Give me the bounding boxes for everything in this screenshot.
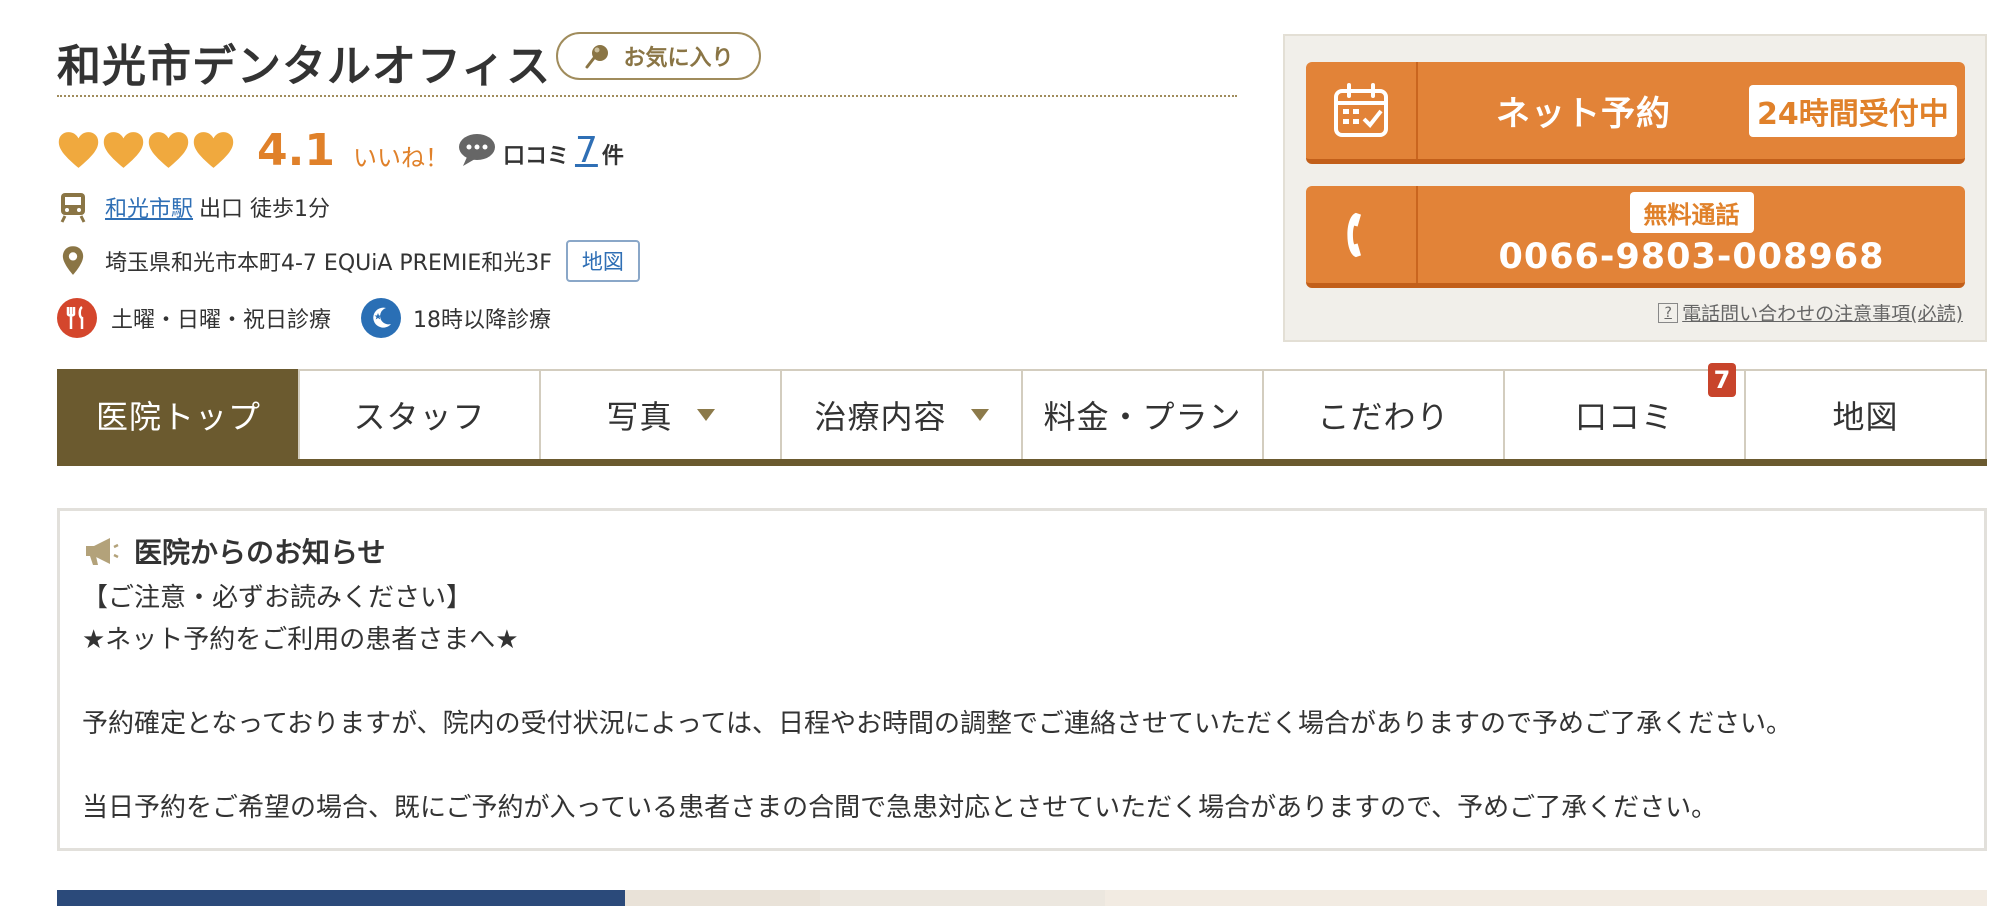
phone-call-button[interactable]: 無料通話 0066-9803-008968	[1306, 186, 1965, 288]
caret-down-icon	[696, 409, 715, 421]
question-icon: ?	[1658, 302, 1679, 323]
clinic-photo-strip	[57, 890, 1987, 906]
free-call-badge: 無料通話	[1629, 192, 1754, 233]
net-reservation-badge: 24時間受付中	[1749, 84, 1957, 137]
clinic-nav-tabs: 医院トップ スタッフ 写真 治療内容 料金・プラン こだわり 口コミ 7 地図	[57, 363, 1987, 466]
evening-clinic-icon	[361, 298, 402, 338]
address-row: 埼玉県和光市本町4-7 EQUiA PREMIE和光3F 地図	[57, 240, 640, 282]
iine-label: いいね！	[352, 143, 449, 172]
reservation-panel: ネット予約 24時間受付中 無料通話 0066-9803-008968 ? 電話…	[1283, 34, 1987, 342]
tab-label: こだわり	[1317, 398, 1450, 436]
notice-title-row: 医院からのお知らせ	[82, 531, 1962, 571]
map-button[interactable]: 地図	[565, 240, 640, 282]
clinic-notice: 医院からのお知らせ 【ご注意・必ずお読みください】 ★ネット予約をご利用の患者さ…	[57, 508, 1987, 851]
tab-label: 治療内容	[814, 398, 947, 436]
clinic-photo	[820, 890, 1105, 906]
address-text: 埼玉県和光市本町4-7 EQUiA PREMIE和光3F	[105, 251, 552, 276]
notice-spacer	[82, 745, 1962, 787]
notice-spacer	[82, 661, 1962, 703]
tab-label: 地図	[1832, 398, 1899, 436]
notice-title: 医院からのお知らせ	[134, 536, 386, 569]
station-link[interactable]: 和光市駅	[105, 191, 193, 223]
kuchikomi-unit: 件	[601, 144, 624, 169]
notice-line: 【ご注意・必ずお読みください】	[82, 583, 473, 613]
pin-icon	[585, 45, 609, 69]
station-distance: 出口 徒歩1分	[199, 197, 331, 222]
favorite-label: お気に入り	[623, 46, 734, 71]
clinic-photo	[625, 890, 820, 906]
weekend-clinic-label: 土曜・日曜・祝日診療	[111, 308, 332, 333]
tab-features[interactable]: こだわり	[1262, 369, 1503, 459]
calendar-icon	[1306, 62, 1418, 159]
phone-notice-label: 電話問い合わせの注意事項(必読)	[1682, 303, 1963, 325]
tab-map[interactable]: 地図	[1744, 369, 1987, 459]
title-divider	[57, 95, 1237, 97]
weekend-clinic-icon	[57, 298, 97, 338]
location-pin-icon	[57, 244, 89, 278]
train-icon	[57, 190, 89, 224]
heart-icon	[148, 132, 189, 168]
clinic-photo	[1105, 890, 1987, 906]
net-reservation-label: ネット予約	[1496, 94, 1671, 134]
kuchikomi-count-link[interactable]: 7	[575, 130, 598, 171]
net-reservation-button[interactable]: ネット予約 24時間受付中	[1306, 62, 1965, 164]
tab-label: 口コミ	[1574, 398, 1674, 436]
caret-down-icon	[970, 409, 989, 421]
notice-line: 予約確定となっておりますが、院内の受付状況によっては、日程やお時間の調整でご連絡…	[82, 709, 1793, 739]
station-row: 和光市駅 出口 徒歩1分	[57, 190, 330, 224]
phone-icon	[1306, 186, 1418, 283]
tab-reviews[interactable]: 口コミ 7	[1503, 363, 1744, 459]
rating-row: 4.1 いいね！ 口コミ 7 件	[57, 124, 624, 176]
speech-bubble-icon	[458, 134, 495, 166]
tab-label: 写真	[606, 398, 673, 436]
heart-icon	[193, 132, 234, 168]
rating-hearts	[57, 130, 235, 170]
clinic-photo	[57, 890, 625, 906]
notice-line: ★ネット予約をご利用の患者さまへ★	[82, 625, 519, 655]
heart-icon	[103, 132, 144, 168]
tab-staff[interactable]: スタッフ	[298, 369, 539, 459]
features-row: 土曜・日曜・祝日診療 18時以降診療	[57, 298, 551, 338]
tab-pricing[interactable]: 料金・プラン	[1021, 369, 1262, 459]
reviews-count-badge: 7	[1708, 363, 1736, 397]
kuchikomi-label: 口コミ	[502, 144, 569, 169]
phone-content: 無料通話 0066-9803-008968	[1418, 192, 1965, 277]
tab-clinic-top[interactable]: 医院トップ	[57, 369, 298, 459]
tab-photos[interactable]: 写真	[539, 369, 780, 459]
tab-treatments[interactable]: 治療内容	[780, 369, 1021, 459]
rating-score: 4.1	[257, 124, 335, 176]
notice-line: 当日予約をご希望の場合、既にご予約が入っている患者さまの合間で急患対応とさせてい…	[82, 793, 1718, 823]
favorite-button[interactable]: お気に入り	[556, 32, 761, 80]
tab-label: スタッフ	[353, 398, 486, 436]
clinic-name: 和光市デンタルオフィス	[57, 41, 552, 92]
phone-number: 0066-9803-008968	[1498, 237, 1885, 277]
evening-clinic-label: 18時以降診療	[413, 308, 552, 333]
tab-label: 料金・プラン	[1043, 398, 1242, 436]
heart-icon	[58, 132, 99, 168]
megaphone-icon	[86, 538, 119, 565]
tab-label: 医院トップ	[95, 398, 261, 436]
phone-notice-link[interactable]: ? 電話問い合わせの注意事項(必読)	[1658, 299, 1963, 326]
